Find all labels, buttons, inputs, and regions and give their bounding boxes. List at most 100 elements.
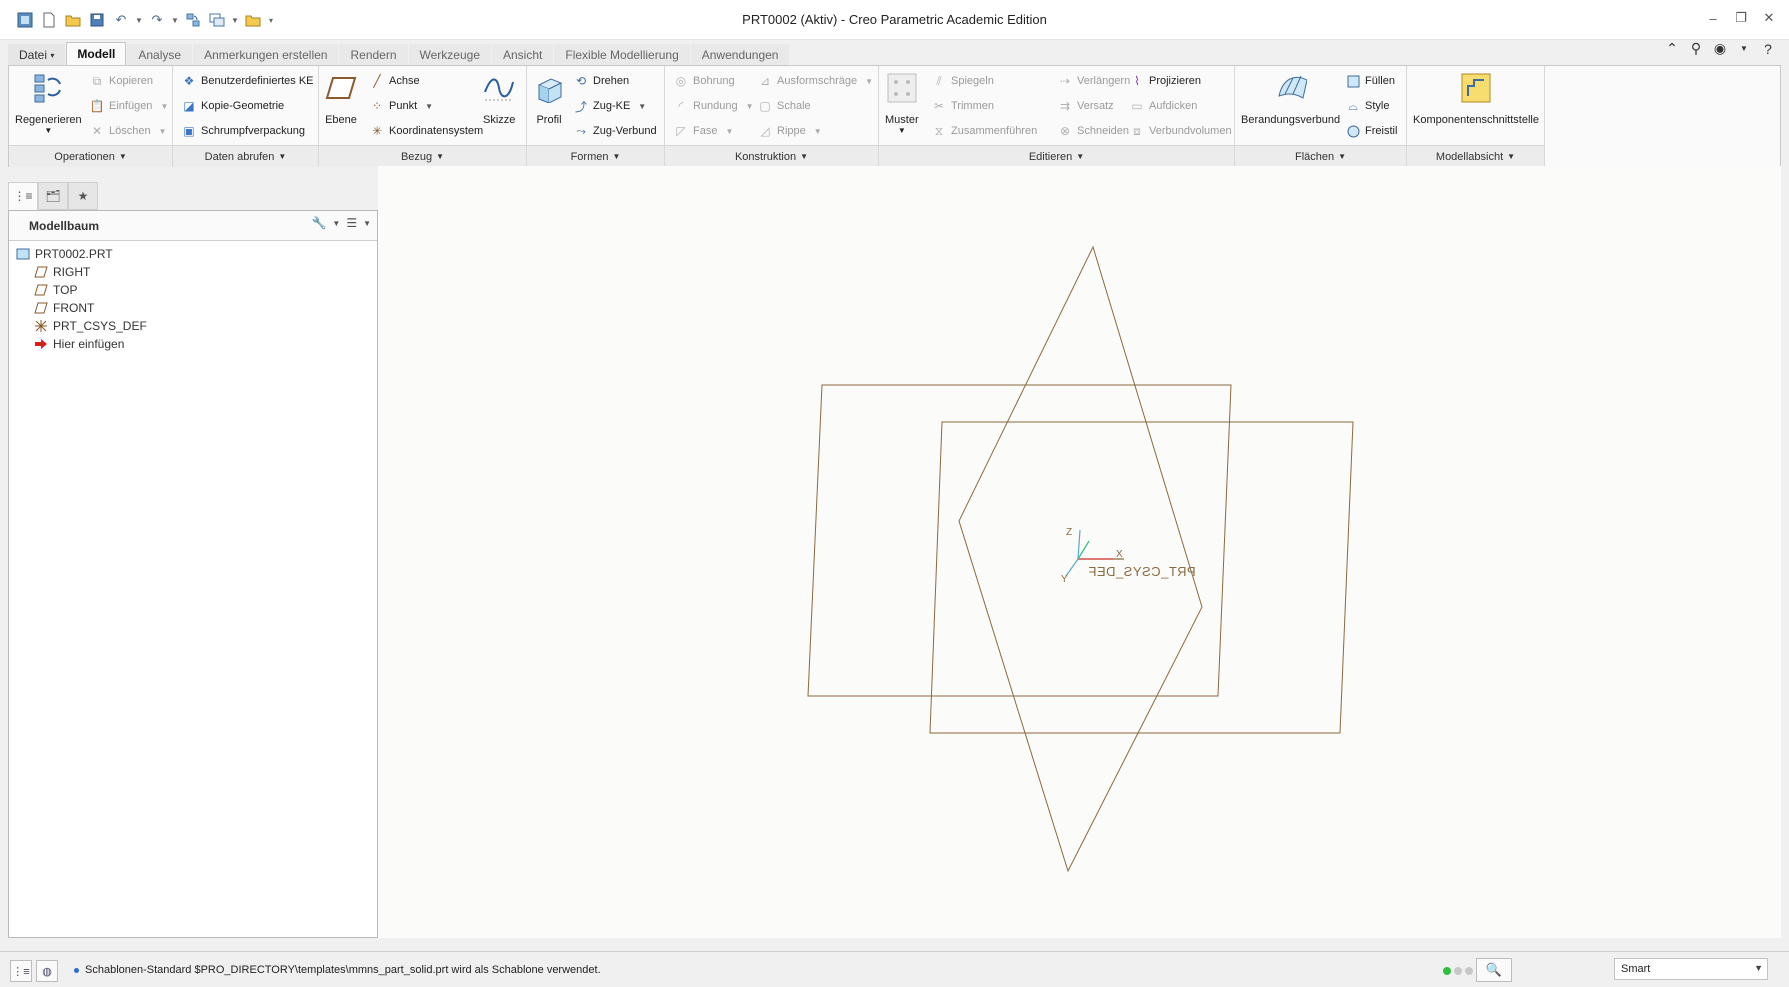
datum-plane-icon [325, 72, 357, 104]
tree-settings-icon[interactable]: 🔧 [311, 216, 326, 230]
trim-icon: ✂ [933, 99, 945, 113]
tab-flexible-modellierung[interactable]: Flexible Modellierung [554, 44, 690, 66]
copy-geometry-icon: ◪ [183, 99, 195, 113]
versatz-button[interactable]: ⇉ Versatz [1057, 97, 1114, 115]
tab-analyse[interactable]: Analyse [127, 44, 193, 66]
community-icon[interactable]: ◉ [1711, 40, 1729, 57]
muster-button[interactable]: Muster ▼ [885, 72, 919, 135]
komponentenschnittstelle-button[interactable]: Komponentenschnittstelle [1413, 72, 1539, 126]
freistil-button[interactable]: Freistil [1345, 122, 1397, 140]
skizze-button[interactable]: Skizze [483, 72, 515, 126]
toggle-navigator-icon[interactable]: ⋮≡ [10, 960, 32, 982]
group-footer-bezug[interactable]: Bezug ▼ [319, 145, 526, 167]
search-icon[interactable]: ⚲ [1687, 40, 1705, 57]
help-icon[interactable]: ? [1759, 41, 1777, 57]
group-footer-flaechen[interactable]: Flächen ▼ [1235, 145, 1406, 167]
tab-werkzeuge[interactable]: Werkzeuge [408, 44, 491, 66]
tab-rendern[interactable]: Rendern [339, 44, 408, 66]
profil-button[interactable]: Profil [533, 72, 565, 126]
fase-button[interactable]: ◸ Fase ▼ [673, 122, 733, 140]
minimize-icon[interactable]: – [1705, 10, 1721, 26]
group-footer-editieren[interactable]: Editieren ▼ [879, 145, 1234, 167]
aufdicken-button[interactable]: ▭ Aufdicken [1129, 97, 1197, 115]
restore-icon[interactable]: ❐ [1733, 10, 1749, 26]
tree-settings-dropdown-icon[interactable]: ▼ [332, 219, 340, 228]
rippe-button[interactable]: ◿ Rippe ▼ [757, 122, 821, 140]
favorites-tab-icon[interactable]: ★ [68, 182, 98, 210]
projizieren-button[interactable]: ⌇ Projizieren [1129, 72, 1201, 90]
ausformschraege-button[interactable]: ⊿ Ausformschräge ▼ [757, 72, 873, 90]
group-footer-daten-abrufen[interactable]: Daten abrufen ▼ [173, 145, 318, 167]
drehen-button[interactable]: ⟲ Drehen [573, 72, 629, 90]
tree-item-front[interactable]: FRONT [9, 299, 377, 317]
model-tree-panel: Modellbaum 🔧 ▼ ☰ ▼ PRT0002.PRT RIGHT TOP… [8, 210, 378, 938]
tree-show-icon[interactable]: ☰ [346, 216, 357, 230]
close-icon[interactable]: ✕ [1761, 10, 1777, 26]
sweep-icon: ⤴ [574, 99, 587, 114]
achse-button[interactable]: ╱ Achse [369, 72, 419, 90]
benutzerdefiniertes-ke-button[interactable]: ❖ Benutzerdefiniertes KE [181, 72, 314, 90]
tab-ansicht[interactable]: Ansicht [492, 44, 554, 66]
style-icon: ⌓ [1348, 98, 1358, 113]
loeschen-button[interactable]: ✕ Löschen ▼ [89, 122, 167, 140]
paste-icon: 📋 [89, 99, 105, 113]
tree-item-insert-here[interactable]: Hier einfügen [9, 335, 377, 353]
graphics-area[interactable]: X Z Y [378, 166, 1781, 938]
regenerate-icon [32, 72, 64, 104]
schrumpfverpackung-button[interactable]: ▣ Schrumpfverpackung [181, 122, 305, 140]
toggle-browser-icon[interactable]: ◍ [36, 960, 58, 982]
fuellen-button[interactable]: Füllen [1345, 72, 1395, 90]
trimmen-button[interactable]: ✂ Trimmen [931, 97, 994, 115]
folder-browser-tab-icon[interactable]: 🗂 [38, 182, 68, 210]
tab-modell[interactable]: Modell [66, 42, 127, 66]
tree-item-part[interactable]: PRT0002.PRT [9, 245, 377, 263]
group-footer-operationen[interactable]: Operationen ▼ [9, 145, 172, 167]
tab-anwendungen[interactable]: Anwendungen [690, 44, 790, 66]
group-footer-formen[interactable]: Formen ▼ [527, 145, 664, 167]
spiegeln-button[interactable]: ⫽ Spiegeln [931, 72, 994, 90]
muster-dropdown-icon[interactable]: ▼ [898, 126, 906, 135]
swept-blend-icon: ⤳ [576, 123, 586, 138]
berandungsverbund-button[interactable]: Berandungsverbund [1241, 72, 1340, 126]
find-icon[interactable]: 🔍 [1476, 958, 1512, 982]
koordinatensystem-button[interactable]: ✳ Koordinatensystem [369, 122, 483, 140]
minimize-ribbon-icon[interactable]: ⌃ [1663, 40, 1681, 57]
bohrung-button[interactable]: ◎ Bohrung [673, 72, 735, 90]
ribbon-tabs: Datei ▾ Modell Analyse Anmerkungen erste… [8, 42, 790, 66]
einfuegen-button[interactable]: 📋 Einfügen ▼ [89, 97, 169, 115]
regenerieren-dropdown-icon[interactable]: ▼ [44, 126, 52, 135]
community-dropdown-icon[interactable]: ▼ [1735, 44, 1753, 53]
csys-axis-z: Z [1066, 527, 1072, 538]
tab-anmerkungen[interactable]: Anmerkungen erstellen [193, 44, 339, 66]
tab-datei[interactable]: Datei ▾ [8, 44, 66, 66]
regenerieren-button[interactable]: Regenerieren ▼ [15, 72, 82, 135]
rundung-button[interactable]: ◜ Rundung ▼ [673, 97, 754, 115]
datum-geometry: X Z Y [807, 245, 1354, 873]
merge-icon: ⧖ [934, 123, 944, 138]
group-footer-modellabsicht[interactable]: Modellabsicht ▼ [1407, 145, 1544, 167]
tree-item-csys[interactable]: PRT_CSYS_DEF [9, 317, 377, 335]
verlaengern-button[interactable]: ⇢ Verlängern [1057, 72, 1130, 90]
kopieren-button[interactable]: ⧉ Kopieren [89, 72, 153, 90]
ebene-button[interactable]: Ebene [325, 72, 357, 126]
schneiden-button[interactable]: ⊗ Schneiden [1057, 122, 1129, 140]
zusammenfuehren-button[interactable]: ⧖ Zusammenführen [931, 122, 1037, 140]
zug-verbund-button[interactable]: ⤳ Zug-Verbund [573, 122, 656, 140]
group-konstruktion: ◎ Bohrung ◜ Rundung ▼ ◸ Fase ▼ ⊿ Ausformschräg… [665, 66, 879, 167]
delete-icon: ✕ [91, 124, 103, 138]
filter-dropdown-icon[interactable]: ▼ [1754, 963, 1763, 973]
tree-item-top[interactable]: TOP [9, 281, 377, 299]
punkt-button[interactable]: ⁘ Punkt ▼ [369, 97, 433, 115]
group-footer-konstruktion[interactable]: Konstruktion ▼ [665, 145, 878, 167]
extrude-icon [533, 72, 565, 104]
csys-axis-x: X [1116, 549, 1123, 560]
zug-ke-button[interactable]: ⤴ Zug-KE ▼ [573, 97, 646, 115]
model-tree-tab-icon[interactable]: ⋮≡ [8, 182, 38, 210]
verbundvolumen-button[interactable]: ⧈ Verbundvolumen [1129, 122, 1231, 140]
tree-item-right[interactable]: RIGHT [9, 263, 377, 281]
schale-button[interactable]: ▢ Schale [757, 97, 810, 115]
style-button[interactable]: ⌓ Style [1345, 97, 1389, 115]
tree-show-dropdown-icon[interactable]: ▼ [363, 219, 371, 228]
selection-filter[interactable]: Smart ▼ [1614, 958, 1768, 980]
kopie-geometrie-button[interactable]: ◪ Kopie-Geometrie [181, 97, 284, 115]
